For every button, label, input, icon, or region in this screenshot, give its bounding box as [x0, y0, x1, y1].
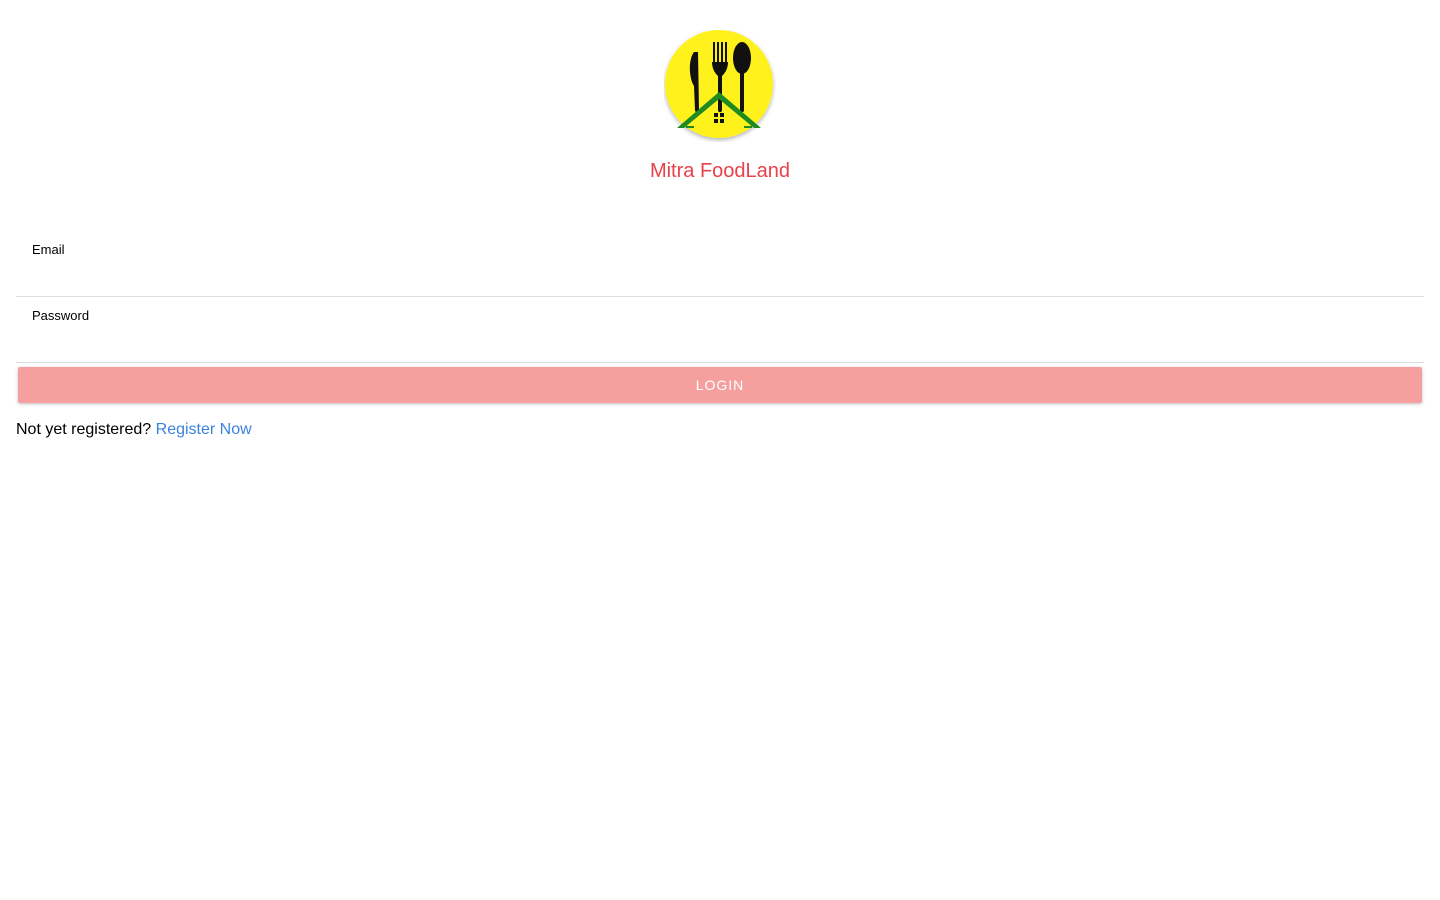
login-page: Mitra FoodLand Email Password Login Not … — [0, 0, 1440, 900]
login-button[interactable]: Login — [18, 367, 1422, 403]
email-field-container[interactable]: Email — [16, 234, 1424, 297]
register-prompt-text: Not yet registered? — [16, 421, 152, 438]
email-input[interactable] — [32, 264, 1408, 290]
register-now-link[interactable]: Register Now — [156, 421, 252, 438]
password-input[interactable] — [32, 330, 1408, 356]
email-label: Email — [32, 242, 65, 257]
app-title: Mitra FoodLand — [649, 160, 791, 182]
register-prompt-line: Not yet registered? Register Now — [16, 421, 252, 439]
restaurant-home-logo — [664, 30, 776, 142]
password-label: Password — [32, 308, 90, 323]
password-field-container[interactable]: Password — [16, 300, 1424, 363]
